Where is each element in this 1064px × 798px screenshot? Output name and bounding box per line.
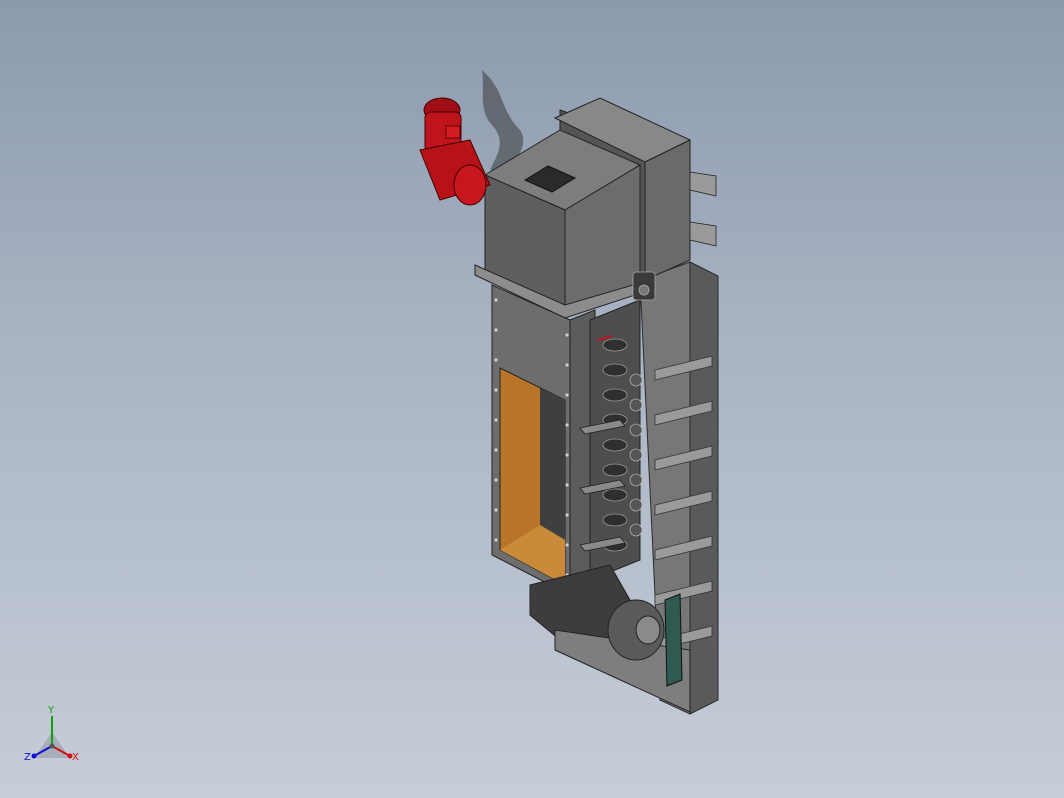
interior-cavity-shadow [540, 388, 565, 540]
triad-origin [49, 743, 55, 749]
gear-motor[interactable] [419, 97, 491, 206]
gearbox-output [453, 164, 487, 206]
rear-tall-box-front[interactable] [644, 139, 691, 281]
x-axis-label: X [72, 752, 79, 763]
cad-viewport[interactable]: Y X Z [0, 0, 1064, 798]
top-bearing-block[interactable] [632, 271, 656, 301]
chain-rollers [602, 338, 628, 552]
y-axis-label: Y [47, 705, 55, 716]
z-axis-tip [31, 753, 37, 759]
rear-frame-right-side[interactable] [689, 261, 719, 715]
right-mounting-brackets [689, 171, 717, 247]
z-axis-label: Z [24, 752, 31, 763]
motor-terminal-box [445, 125, 461, 139]
cad-model-view[interactable] [0, 0, 1064, 798]
axis-triad[interactable]: Y X Z [18, 702, 88, 772]
teal-tensioner-bracket[interactable] [664, 593, 683, 687]
drive-drum-hub [635, 615, 661, 645]
